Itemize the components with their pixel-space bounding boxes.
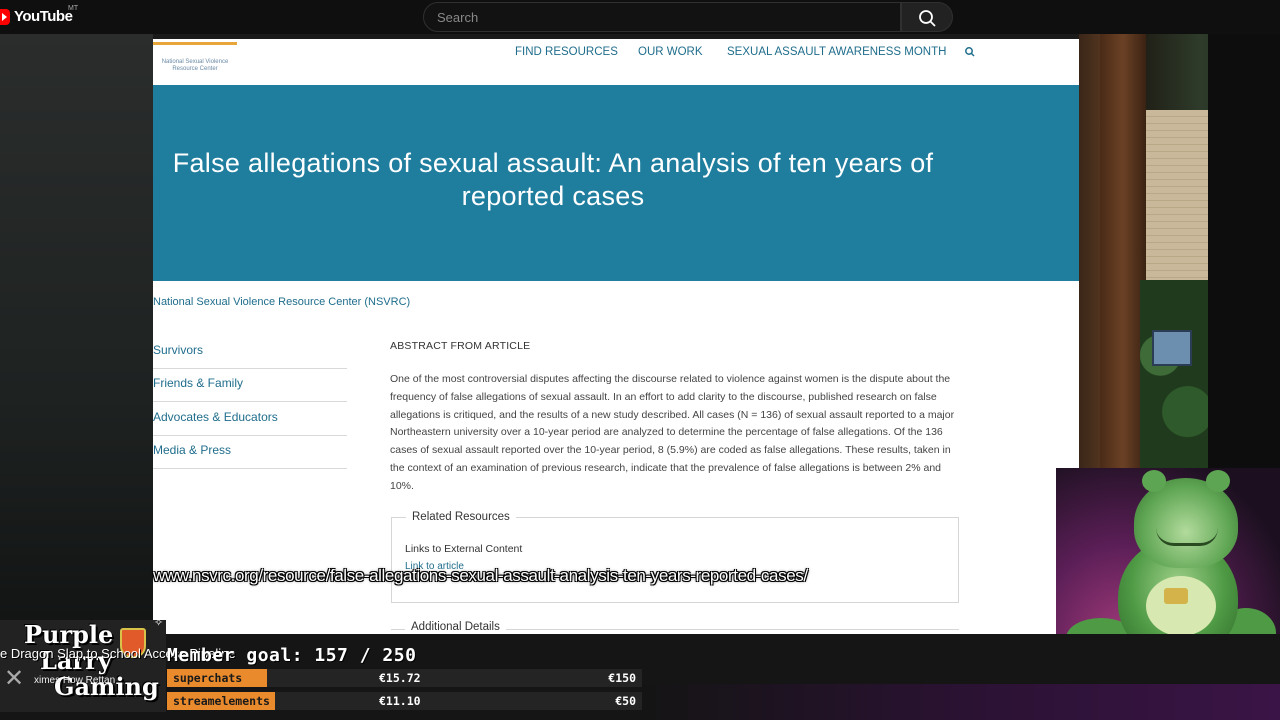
frog-belly (1146, 576, 1216, 636)
ticker-subtext: ximes How Rettan (34, 675, 116, 686)
dark-edge (1208, 34, 1280, 468)
donation-value: €11.10 (379, 694, 421, 708)
url-caption: www.nsvrc.org/resource/false-allegations… (153, 566, 808, 585)
search-placeholder: Search (437, 10, 479, 25)
youtube-logo-text: YouTube (14, 8, 73, 25)
frog-eye-left (1142, 470, 1166, 492)
site-logo-mark[interactable] (153, 39, 237, 45)
sidebar-item-media-press[interactable]: Media & Press (153, 436, 347, 469)
site-logo-text[interactable]: National Sexual Violence Resource Center (153, 59, 237, 73)
related-resources-legend: Related Resources (406, 511, 516, 523)
youtube-top-bar: YouTube MT Search (0, 0, 1280, 34)
nav-awareness-month[interactable]: SEXUAL ASSAULT AWARENESS MONTH (727, 46, 946, 58)
sidebar-item-friends-family[interactable]: Friends & Family (153, 369, 347, 402)
donation-value: €15.72 (379, 671, 421, 685)
search-button[interactable] (901, 2, 953, 32)
donation-row-superchats: superchats €15.72 €150 (167, 669, 642, 687)
monitor-screen (1152, 330, 1192, 366)
youtube-logo[interactable]: YouTube (0, 8, 73, 25)
nav-our-work[interactable]: OUR WORK (638, 46, 703, 58)
abstract-heading: ABSTRACT FROM ARTICLE (390, 340, 531, 352)
youtube-play-icon (0, 8, 10, 25)
donation-label: superchats (167, 669, 267, 687)
stream-frame: YouTube MT Search National Sexual Violen… (0, 0, 1280, 720)
donation-goal: €50 (615, 694, 636, 708)
left-background (0, 34, 153, 634)
player-controls (740, 678, 1050, 692)
search-icon[interactable] (964, 46, 976, 58)
frog-badge (1164, 588, 1188, 604)
additional-details-legend: Additional Details (405, 621, 506, 633)
channel-logo-line-1: Purple (24, 620, 114, 649)
organization-link[interactable]: National Sexual Violence Resource Center… (153, 296, 410, 308)
article-page: National Sexual Violence Resource Center… (153, 39, 1079, 634)
country-code: MT (68, 5, 79, 12)
sidebar-item-survivors[interactable]: Survivors (153, 336, 347, 369)
site-header: National Sexual Violence Resource Center… (153, 39, 1079, 85)
nav-find-resources[interactable]: FIND RESOURCES (515, 46, 618, 58)
sparkle-icon: ✧ (154, 617, 164, 629)
plants (1140, 280, 1208, 468)
brick-wall (1146, 110, 1208, 290)
search-icon (919, 10, 936, 27)
frog-mouth (1156, 528, 1218, 546)
sidebar-item-advocates-educators[interactable]: Advocates & Educators (153, 403, 347, 436)
page-title: False allegations of sexual assault: An … (172, 148, 934, 211)
member-goal: Member goal: 157 / 250 (167, 645, 417, 666)
abstract-body: One of the most controversial disputes a… (390, 373, 955, 492)
search-input[interactable]: Search (423, 2, 901, 32)
donation-label: streamelements (167, 692, 275, 710)
donation-row-streamelements: streamelements €11.10 €50 (167, 692, 642, 710)
hero-banner: False allegations of sexual assault: An … (153, 85, 1079, 281)
related-resources-box: Related Resources Links to External Cont… (391, 511, 959, 603)
external-content-heading: Links to External Content (405, 543, 523, 555)
donation-goal: €150 (608, 671, 636, 685)
crossed-swords-icon: ✕ (4, 665, 25, 692)
frog-eye-right (1206, 470, 1230, 492)
